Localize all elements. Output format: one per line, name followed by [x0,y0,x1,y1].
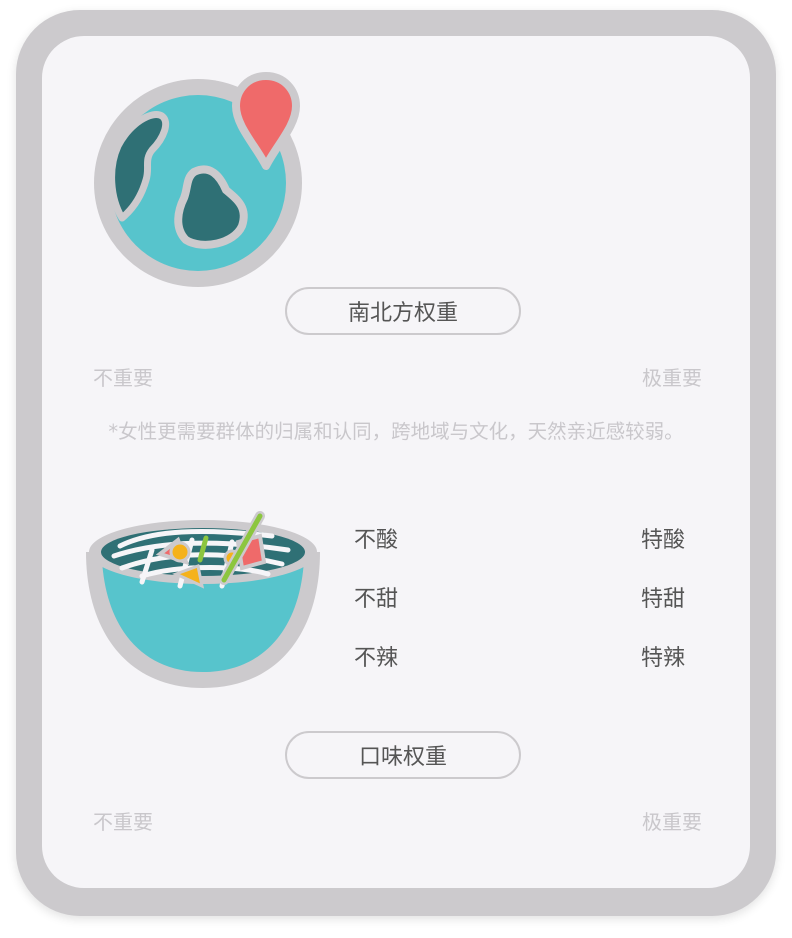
taste-scale-max-label: 极重要 [642,810,702,834]
taste-spicy-low[interactable]: 不辣 [354,640,398,672]
taste-spicy-high[interactable]: 特辣 [641,640,685,672]
taste-sour-low[interactable]: 不酸 [354,522,398,554]
taste-sweet-high[interactable]: 特甜 [641,581,685,613]
taste-sour-high[interactable]: 特酸 [641,522,685,554]
region-weight-button[interactable]: 南北方权重 [285,287,521,335]
taste-scale-min-label: 不重要 [93,810,153,834]
globe-pin-icon [94,72,302,287]
taste-sweet-low[interactable]: 不甜 [354,581,398,613]
region-scale-min-label: 不重要 [93,366,153,390]
region-note: *女性更需要群体的归属和认同，跨地域与文化，天然亲近感较弱。 [108,420,684,443]
region-scale-max-label: 极重要 [642,366,702,390]
noodle-bowl-icon [86,511,320,688]
taste-weight-button[interactable]: 口味权重 [285,731,521,779]
